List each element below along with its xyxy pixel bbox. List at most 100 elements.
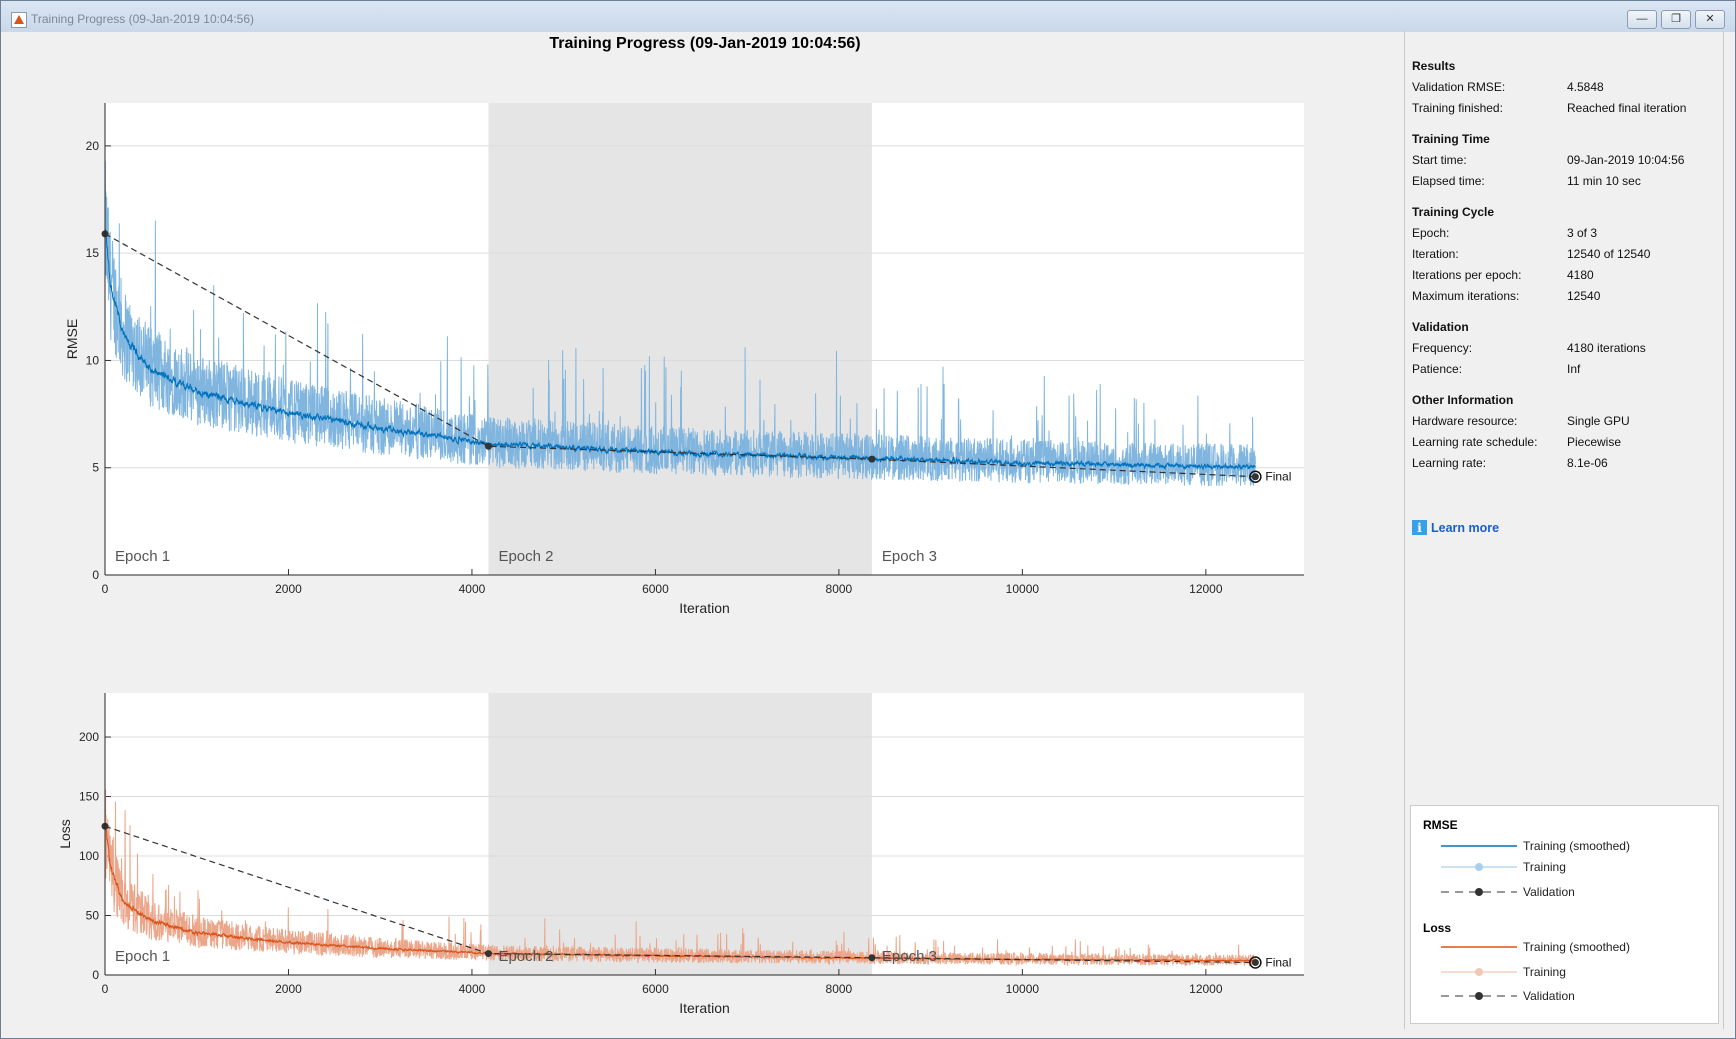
info-value: 3 of 3 [1567,226,1598,240]
legend-loss-smoothed-line [1441,946,1517,948]
x-tick-label: 6000 [642,982,669,996]
info-label: Learning rate schedule: [1412,435,1538,449]
epoch-label: Epoch 1 [115,548,170,565]
maximize-button[interactable]: ❐ [1661,10,1691,29]
validation-point [868,455,876,463]
y-tick-label: 20 [86,139,100,153]
legend-rmse-smoothed-line [1441,845,1517,847]
info-value: 4.5848 [1567,80,1604,94]
epoch-label: Epoch 2 [498,948,553,965]
info-label: Validation RMSE: [1412,80,1506,94]
y-tick-label: 50 [86,909,100,923]
x-tick-label: 8000 [826,982,853,996]
info-value: 12540 of 12540 [1567,247,1651,261]
y-tick-label: 150 [79,790,99,804]
x-tick-label: 8000 [826,582,853,596]
legend-loss-training-line [1441,968,1517,976]
info-label: Epoch: [1412,226,1450,240]
x-tick-label: 4000 [459,582,486,596]
legend: RMSE Training (smoothed) Training Valida… [1410,805,1719,1024]
legend-loss-training: Training [1523,965,1566,979]
info-label: Start time: [1412,153,1467,167]
info-label: Hardware resource: [1412,414,1518,428]
epoch-label: Epoch 3 [882,548,937,565]
info-value: 09-Jan-2019 10:04:56 [1567,153,1685,167]
info-value: 11 min 10 sec [1567,174,1641,188]
epoch-2-shading [488,103,872,575]
info-label: Training finished: [1412,101,1503,115]
final-label: Final [1265,956,1291,970]
info-icon: i [1412,520,1427,535]
y-tick-label: 200 [79,730,99,744]
y-tick-label: 0 [92,968,99,982]
section-heading: Other Information [1412,393,1514,407]
legend-loss-validation-line [1441,992,1517,1000]
loss-chart: 0501001502000 2000 4000 6000 8000 10000 12000F… [57,693,1304,1016]
validation-point [1251,959,1259,967]
figure-title: Training Progress (09-Jan-2019 10:04:56) [549,35,860,52]
legend-rmse-training: Training [1523,860,1566,874]
x-tick-label: 10000 [1006,582,1040,596]
legend-rmse-title: RMSE [1423,818,1458,832]
epoch-label: Epoch 3 [882,948,937,965]
info-value: 12540 [1567,289,1601,303]
info-value: Piecewise [1567,435,1622,449]
info-value: 8.1e-06 [1567,456,1608,470]
legend-rmse-validation-line [1441,888,1517,896]
section-heading: Training Time [1412,132,1490,146]
final-label: Final [1265,470,1291,484]
x-tick-label: 6000 [642,582,669,596]
rmse-chart: 0 5 10 15 20 0 2000 4000 6000 8000 10000 12000 Final… [64,103,1304,616]
learn-more-label: Learn more [1431,521,1500,535]
validation-point [1251,473,1259,481]
legend-loss-title: Loss [1423,921,1452,935]
x-tick-label: 10000 [1006,982,1040,996]
info-label: Maximum iterations: [1412,289,1520,303]
info-value: Inf [1567,362,1581,376]
legend-rmse-validation: Validation [1523,885,1575,899]
info-label: Learning rate: [1412,456,1487,470]
y-tick-label: 100 [79,849,99,863]
epoch-2-shading [488,693,872,975]
close-button[interactable]: ✕ [1695,10,1725,29]
x-tick-label: 4000 [459,982,486,996]
epoch-label: Epoch 1 [115,948,170,965]
section-heading: Validation [1412,320,1469,334]
info-label: Iteration: [1412,247,1459,261]
validation-point [868,954,876,962]
minimize-button[interactable]: — [1627,10,1657,29]
info-value: Single GPU [1567,414,1630,428]
x-tick-label: 12000 [1189,982,1223,996]
learn-more-link[interactable]: i Learn more [1412,520,1499,535]
info-panel: Results Validation RMSE: 4.5848 Training fi… [1404,31,1724,1029]
section-heading: Training Cycle [1412,205,1495,219]
y-axis-label: Loss [57,819,73,849]
info-label: Frequency: [1412,341,1473,355]
legend-loss-validation: Validation [1523,989,1575,1003]
x-tick-label: 0 [102,982,109,996]
y-tick-label: 10 [86,353,100,367]
x-axis-label: Iteration [679,1000,730,1016]
info-value: 4180 iterations [1567,341,1646,355]
y-tick-label: 0 [92,568,99,582]
validation-point [484,950,492,958]
info-label: Elapsed time: [1412,174,1485,188]
section-heading: Results [1412,59,1456,73]
legend-rmse-smoothed: Training (smoothed) [1523,839,1630,853]
y-tick-label: 15 [86,246,100,260]
training-plots: Training Progress (09-Jan-2019 10:04:56)… [57,35,1304,1016]
x-tick-label: 12000 [1189,582,1223,596]
info-label: Patience: [1412,362,1463,376]
info-value: 4180 [1567,268,1594,282]
legend-rmse-training-line [1441,863,1517,871]
info-label: Iterations per epoch: [1412,268,1522,282]
y-axis-label: RMSE [64,319,80,359]
epoch-label: Epoch 2 [498,548,553,565]
validation-point [484,442,492,450]
x-tick-label: 0 [102,582,109,596]
x-axis-label: Iteration [679,600,730,616]
legend-loss-smoothed: Training (smoothed) [1523,940,1630,954]
x-tick-label: 2000 [275,582,302,596]
y-tick-label: 5 [92,461,99,475]
x-tick-label: 2000 [275,982,302,996]
